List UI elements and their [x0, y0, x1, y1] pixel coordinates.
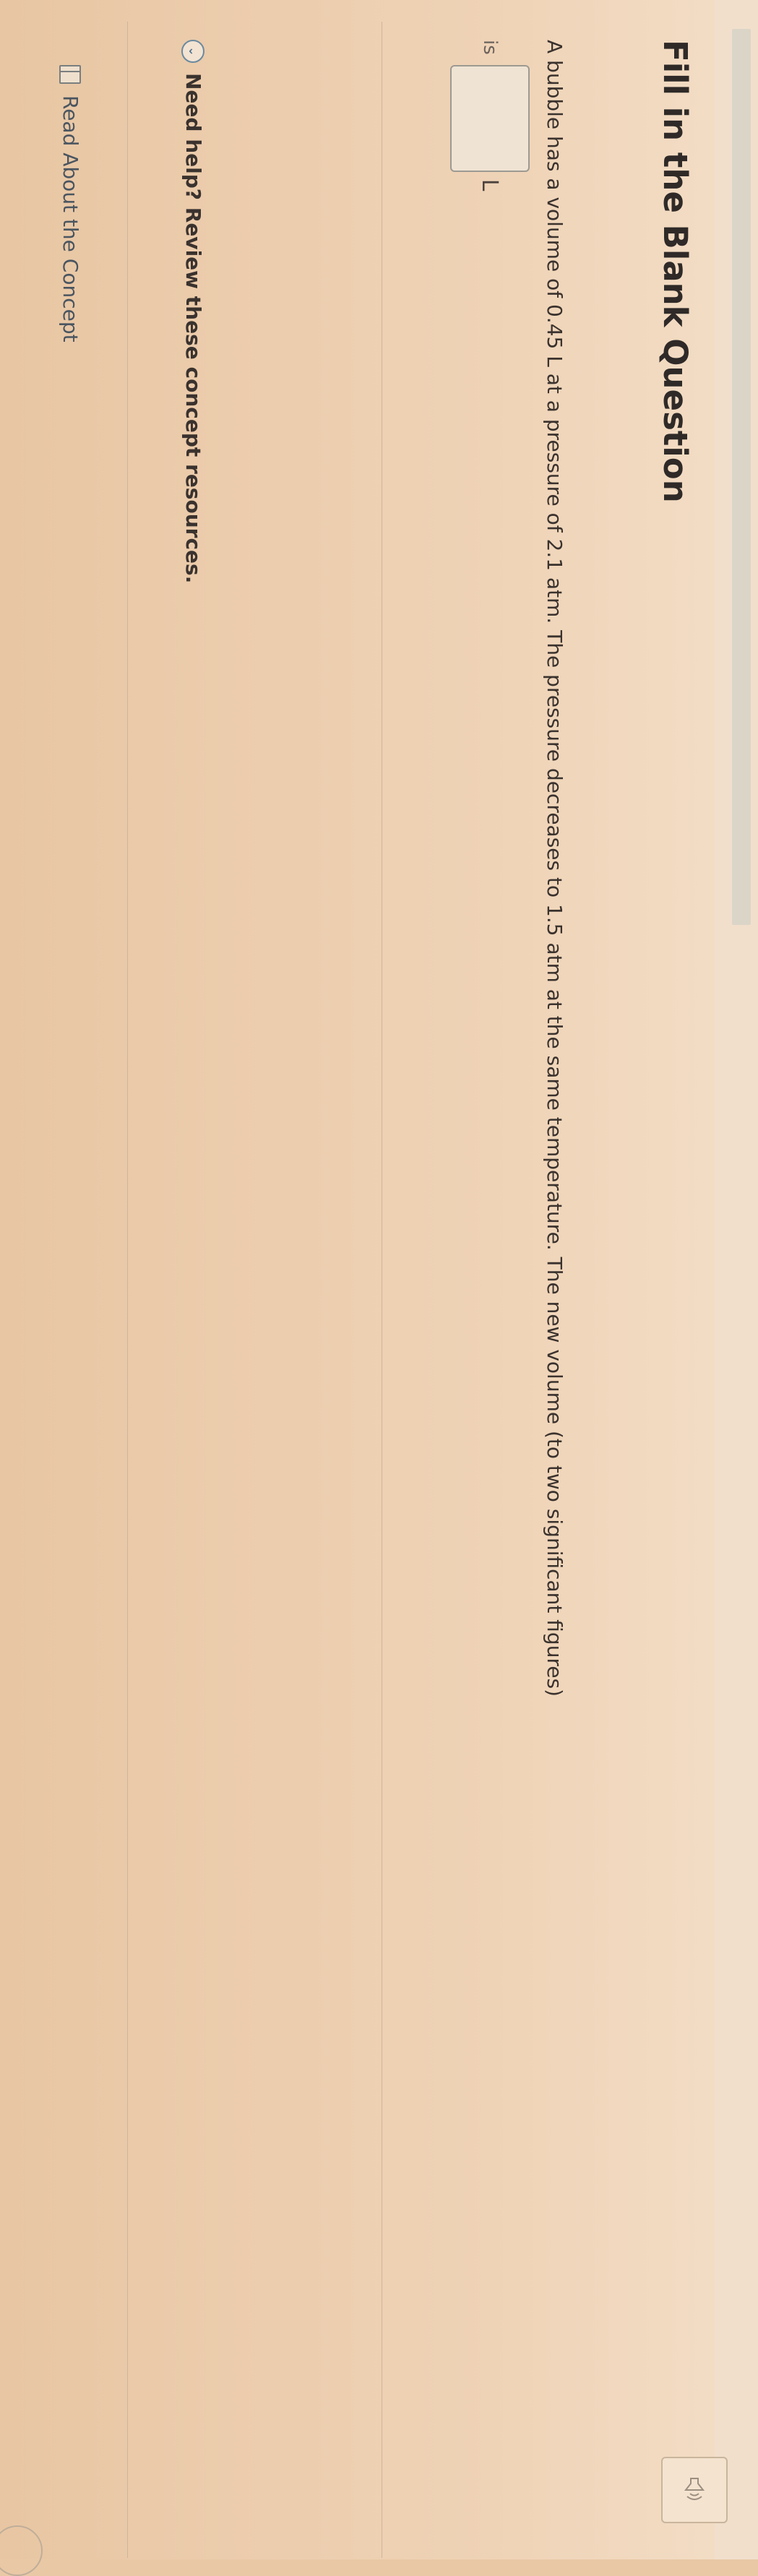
book-icon: [59, 65, 82, 84]
chevron-down-icon: ⌄: [181, 40, 205, 63]
answer-line: is L: [443, 40, 537, 191]
help-toggle[interactable]: ⌄ Need help? Review these concept resour…: [181, 40, 205, 583]
question-text: A bubble has a volume of 0.45 L at a pre…: [543, 40, 567, 1697]
page-title: Fill in the Blank Question: [656, 40, 694, 503]
divider: [127, 22, 128, 2558]
progress-strip: [732, 29, 751, 925]
header-bar: [715, 0, 758, 2559]
help-label: Need help? Review these concept resource…: [181, 73, 205, 584]
resource-label: Read About the Concept: [59, 95, 82, 343]
answer-prefix: is: [479, 40, 501, 55]
answer-unit: L: [477, 178, 503, 191]
read-concept-link[interactable]: Read About the Concept: [59, 65, 82, 343]
scroll-handle[interactable]: [0, 2525, 43, 2576]
answer-input[interactable]: [450, 64, 530, 172]
audio-button[interactable]: [661, 2457, 728, 2523]
screen: Fill in the Blank Question A bubble has …: [0, 0, 758, 2576]
speaker-icon: [684, 2478, 705, 2500]
